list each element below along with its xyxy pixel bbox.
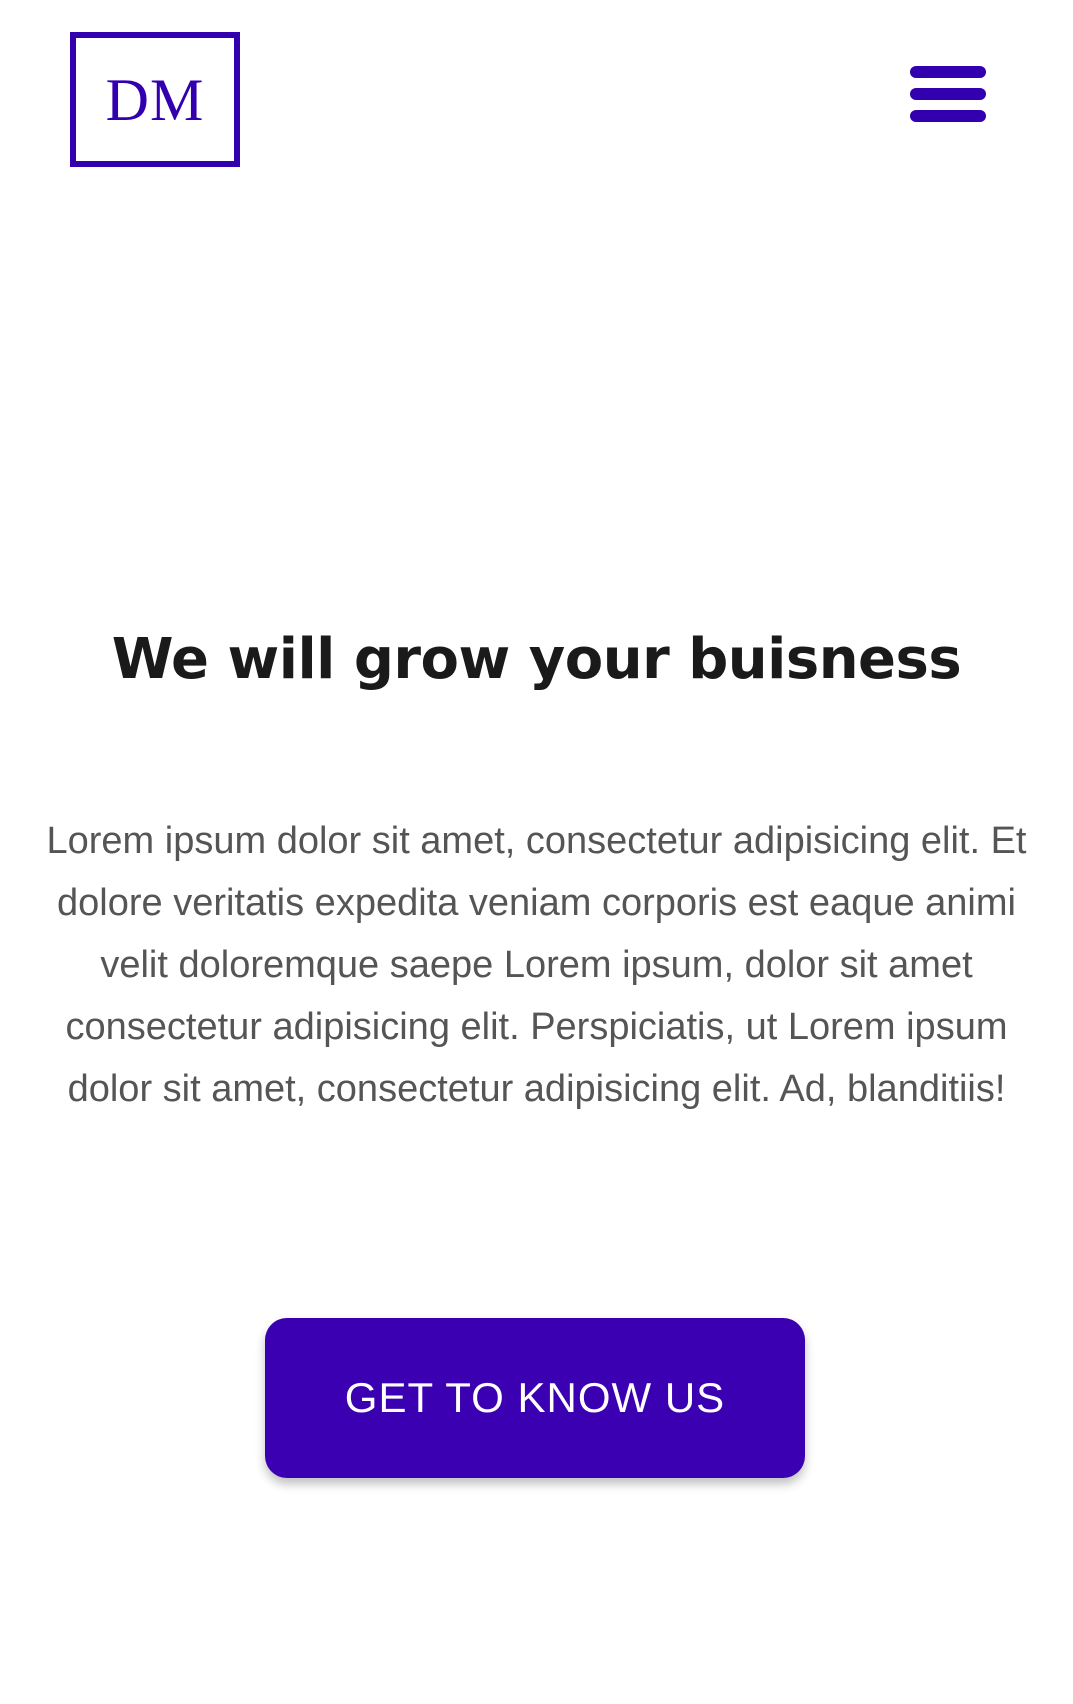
hero-section: We will grow your buisness Lorem ipsum d… <box>0 620 1073 1120</box>
site-header: DM <box>0 0 1073 200</box>
menu-bar <box>910 88 986 100</box>
logo-text: DM <box>105 66 205 133</box>
hero-description: Lorem ipsum dolor sit amet, consectetur … <box>46 820 1027 1110</box>
hero-title: We will grow your buisness <box>111 627 962 692</box>
logo[interactable]: DM <box>70 32 240 167</box>
menu-bar <box>910 66 986 78</box>
menu-bar <box>910 110 986 122</box>
hamburger-menu-icon[interactable] <box>910 64 986 124</box>
get-to-know-us-button[interactable]: GET TO KNOW US <box>265 1318 805 1478</box>
